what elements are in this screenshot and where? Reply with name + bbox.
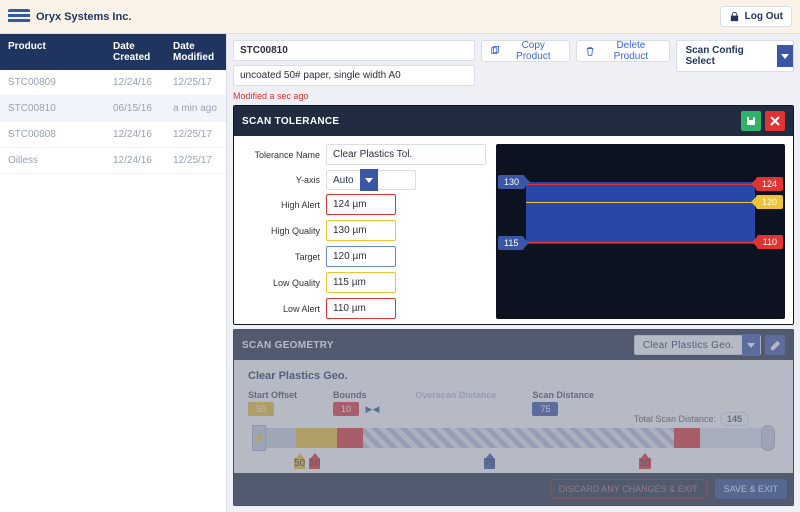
copy-label: Copy Product: [505, 40, 561, 62]
scan-config-label: Scan Config Select: [677, 41, 776, 71]
marker-bound-l: 10: [309, 458, 320, 469]
track-start-handle[interactable]: ⚡: [252, 425, 266, 451]
scan-config-select[interactable]: Scan Config Select: [676, 40, 794, 72]
save-icon[interactable]: [741, 111, 761, 131]
tol-input[interactable]: [326, 298, 396, 319]
marker-scan: 75: [484, 458, 495, 469]
edit-icon[interactable]: [765, 335, 785, 355]
chevron-down-icon: [360, 169, 378, 191]
product-row[interactable]: STC0081006/15/16a min ago: [0, 96, 226, 122]
save-exit-button[interactable]: SAVE & EXIT: [715, 479, 787, 499]
chevron-down-icon: [777, 45, 794, 67]
tolerance-title: SCAN TOLERANCE: [242, 116, 339, 127]
product-header: Modified a sec ago Copy Product Delete P…: [233, 40, 794, 101]
logout-label: Log Out: [745, 11, 783, 22]
product-row[interactable]: STC0080912/24/1612/25/17: [0, 70, 226, 96]
logo-icon: [8, 9, 30, 25]
brand: Oryx Systems Inc.: [8, 9, 131, 25]
geometry-heading: Clear Plastics Geo.: [248, 370, 779, 382]
tol-input[interactable]: [326, 246, 396, 267]
tol-label: Low Quality: [273, 278, 320, 288]
delete-product-button[interactable]: Delete Product: [576, 40, 670, 62]
col-created: Date Created: [105, 34, 165, 70]
marker-start: 50: [294, 458, 305, 469]
tolerance-chart: 130 115 124 120 110: [496, 144, 785, 319]
track-markers: 50 10 75 10: [294, 458, 779, 469]
scan-geometry-wrap: SCAN GEOMETRY Clear Plastics Geo. Clear …: [233, 329, 794, 506]
scan-distance-field: Scan Distance 75: [532, 390, 594, 416]
total-scan-distance: Total Scan Distance:145: [634, 414, 749, 424]
geometry-title: SCAN GEOMETRY: [242, 340, 334, 351]
product-row[interactable]: STC0080812/24/1612/25/17: [0, 122, 226, 148]
chart-right-mid: 120: [756, 195, 783, 209]
bounds-field: Bounds 10 ▶◀: [333, 390, 379, 416]
topbar: Oryx Systems Inc. Log Out: [0, 0, 800, 34]
chevron-down-icon: [742, 334, 760, 356]
tol-label: Target: [295, 252, 320, 262]
yaxis-select[interactable]: Auto: [326, 170, 416, 190]
delete-label: Delete Product: [600, 40, 661, 62]
panel-footer: DISCARD ANY CHANGES & EXIT SAVE & EXIT: [234, 473, 793, 505]
product-desc-input[interactable]: [233, 65, 475, 86]
overscan-field: Overscan Distance: [415, 390, 496, 416]
copy-icon: [490, 46, 500, 57]
tol-input[interactable]: [326, 194, 396, 215]
tol-label: Low Alert: [283, 304, 320, 314]
chart-left-high: 130: [498, 175, 525, 189]
tol-input[interactable]: [326, 272, 396, 293]
col-product: Product: [0, 34, 105, 70]
yaxis-value: Auto: [327, 173, 360, 188]
logout-button[interactable]: Log Out: [720, 6, 792, 27]
lock-icon: [729, 11, 740, 22]
chart-right-high: 124: [756, 177, 783, 191]
copy-product-button[interactable]: Copy Product: [481, 40, 570, 62]
close-icon[interactable]: [765, 111, 785, 131]
product-code-input[interactable]: [233, 40, 475, 61]
product-list-header: Product Date Created Date Modified: [0, 34, 226, 70]
tolerance-name-input[interactable]: [326, 144, 486, 165]
main: Modified a sec ago Copy Product Delete P…: [227, 34, 800, 512]
tolerance-name-label: Tolerance Name: [254, 150, 320, 160]
product-row[interactable]: Oilless12/24/1612/25/17: [0, 148, 226, 174]
track-end-handle[interactable]: [761, 425, 775, 451]
geometry-select-value: Clear Plastics Geo.: [635, 337, 742, 354]
bounds-value[interactable]: 10: [333, 402, 359, 416]
marker-bound-r: 10: [639, 458, 650, 469]
geometry-select[interactable]: Clear Plastics Geo.: [634, 335, 761, 355]
yaxis-label: Y-axis: [296, 175, 320, 185]
tol-label: High Quality: [271, 226, 320, 236]
tol-input[interactable]: [326, 220, 396, 241]
scan-distance-value[interactable]: 75: [532, 402, 558, 416]
chart-left-low: 115: [498, 236, 524, 250]
scan-tolerance-panel: SCAN TOLERANCE Tolerance Name Y-axis Aut…: [233, 105, 794, 325]
brand-name: Oryx Systems Inc.: [36, 11, 131, 23]
product-list: Product Date Created Date Modified STC00…: [0, 34, 227, 512]
geometry-track: Total Scan Distance:145 ⚡: [254, 428, 773, 448]
modified-note: Modified a sec ago: [233, 91, 475, 101]
start-offset-value[interactable]: 50: [248, 402, 274, 416]
tol-label: High Alert: [281, 200, 320, 210]
chart-right-low: 110: [757, 235, 783, 249]
discard-button[interactable]: DISCARD ANY CHANGES & EXIT: [550, 479, 707, 499]
trash-icon: [585, 46, 595, 57]
col-modified: Date Modified: [165, 34, 225, 70]
start-offset-field: Start Offset 50: [248, 390, 297, 416]
bounds-toggle-icon[interactable]: ▶◀: [366, 404, 380, 415]
scan-geometry-panel: SCAN GEOMETRY Clear Plastics Geo. Clear …: [233, 329, 794, 506]
